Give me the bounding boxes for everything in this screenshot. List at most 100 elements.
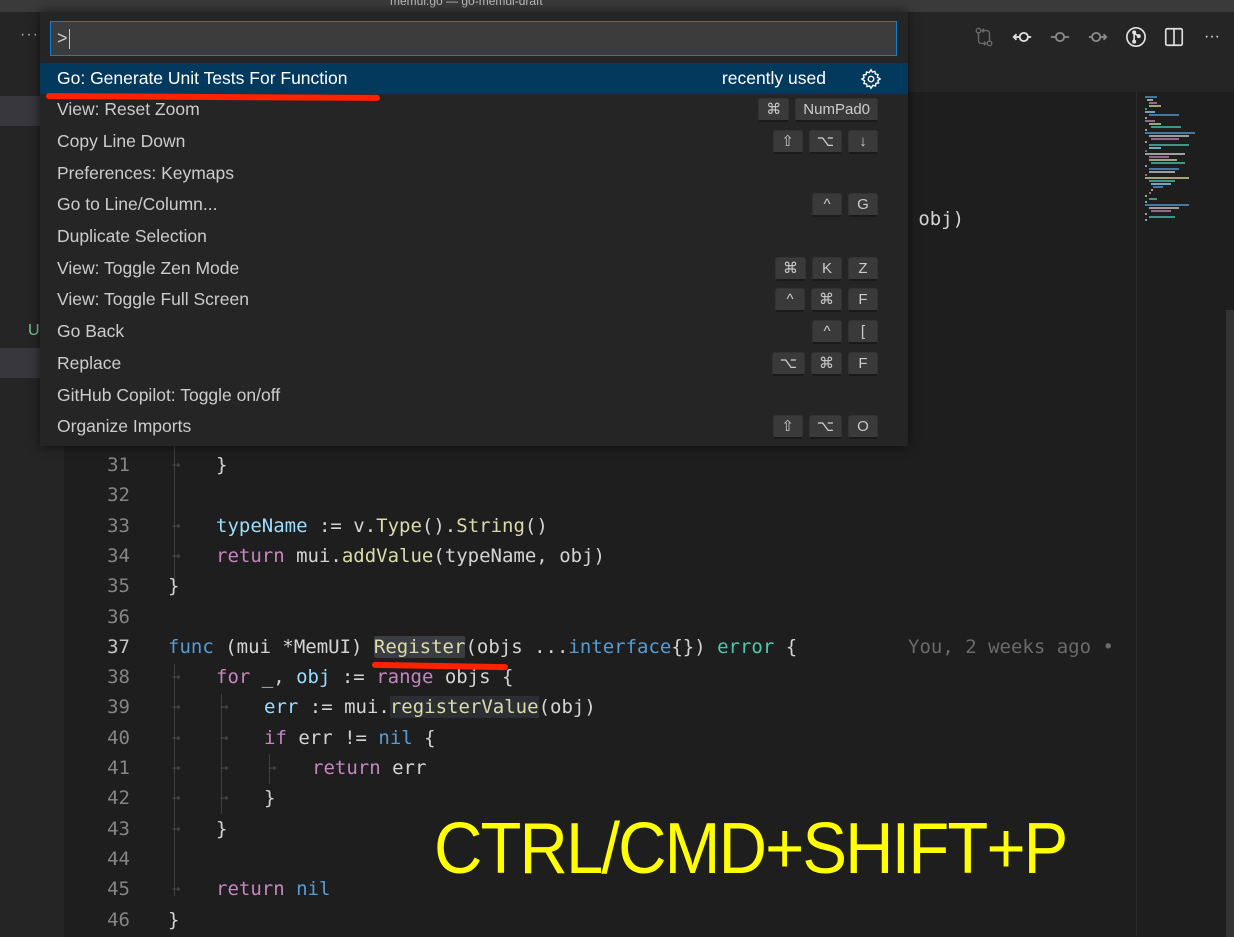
- key-cap: ⌘: [811, 288, 842, 313]
- key-cap: Z: [848, 256, 878, 281]
- code-line[interactable]: 38 → for _, obj := range objs {: [64, 662, 1136, 692]
- minimap-line: [1145, 153, 1185, 155]
- command-label: Organize Imports: [57, 416, 192, 437]
- code-line[interactable]: 41 → → → return err: [64, 753, 1136, 783]
- tab-whitespace-marker: →: [172, 547, 181, 564]
- previous-change-icon[interactable]: [1010, 25, 1034, 49]
- command-item[interactable]: Go to Line/Column... ^ G: [40, 189, 908, 221]
- vertical-scrollbar[interactable]: [1226, 310, 1234, 937]
- minimap-line: [1145, 129, 1147, 131]
- code-line[interactable]: 40 → → if err != nil {: [64, 723, 1136, 753]
- minimap-line: [1149, 114, 1179, 116]
- keybinding: ⌥ ⌘ F: [771, 351, 878, 376]
- next-change-icon[interactable]: [1086, 25, 1110, 49]
- line-number: 43: [107, 817, 130, 840]
- minimap-line: [1151, 189, 1153, 191]
- key-cap: ↓: [848, 129, 878, 154]
- tab-whitespace-marker: →: [172, 699, 181, 716]
- line-number: 32: [107, 484, 130, 507]
- command-item[interactable]: View: Toggle Full Screen ^ ⌘ F: [40, 284, 908, 316]
- minimap-line: [1151, 183, 1171, 185]
- command-item[interactable]: View: Toggle Zen Mode ⌘ K Z: [40, 253, 908, 285]
- code-line[interactable]: 31 →}: [64, 450, 1136, 480]
- compare-changes-icon[interactable]: [972, 25, 996, 49]
- line-number: 46: [107, 908, 130, 931]
- code-line[interactable]: 37 func (mui *MemUI) Register(objs ...int…: [64, 632, 1136, 662]
- keybinding: ⇧ ⌥ ↓: [772, 129, 878, 154]
- code-text: if err != nil {: [264, 726, 436, 749]
- tab-whitespace-marker: →: [220, 699, 229, 716]
- minimap-line: [1145, 195, 1147, 197]
- more-actions-icon[interactable]: ···: [1200, 25, 1224, 49]
- minimap-line: [1145, 219, 1147, 221]
- key-cap: K: [812, 256, 842, 281]
- key-cap: [: [848, 320, 878, 345]
- command-label: View: Toggle Zen Mode: [57, 257, 240, 278]
- keybinding: ^ G: [812, 193, 878, 218]
- command-item[interactable]: Organize Imports ⇧ ⌥ O: [40, 411, 908, 443]
- command-label: View: Toggle Full Screen: [57, 289, 249, 310]
- command-input-value: >: [57, 28, 68, 48]
- git-graph-icon[interactable]: [1124, 25, 1148, 49]
- line-number: 34: [107, 544, 130, 567]
- title-bar: memui.go — go-memui-draft: [0, 0, 1234, 12]
- code-text: }: [264, 787, 276, 810]
- tab-whitespace-marker: →: [172, 760, 181, 776]
- minimap-line: [1149, 123, 1161, 125]
- line-number: 42: [107, 787, 130, 810]
- tab-whitespace-marker: →: [220, 790, 229, 807]
- minimap-line: [1149, 192, 1151, 194]
- gear-icon[interactable]: [860, 68, 882, 90]
- keybinding: ⌘ K Z: [775, 256, 878, 281]
- key-cap: ⇧: [772, 415, 803, 440]
- window-title: memui.go — go-memui-draft: [390, 0, 543, 8]
- minimap-line: [1145, 204, 1189, 206]
- command-item[interactable]: GitHub Copilot: Toggle on/off: [40, 380, 908, 412]
- split-editor-icon[interactable]: [1162, 25, 1186, 49]
- command-item[interactable]: Go: Generate Unit Tests For Function rece…: [40, 62, 908, 95]
- code-line[interactable]: 46}: [64, 905, 1136, 935]
- minimap-line: [1151, 162, 1185, 164]
- line-number: 40: [107, 726, 130, 749]
- tab-whitespace-marker: →: [172, 820, 181, 837]
- keybinding: ^ ⌘ F: [775, 288, 878, 313]
- command-input[interactable]: >: [50, 21, 897, 56]
- code-line[interactable]: 35}: [64, 571, 1136, 601]
- minimap-line: [1149, 180, 1175, 182]
- shortcut-annotation: CTRL/CMD+SHIFT+P: [434, 809, 1068, 889]
- keybinding: ^[: [812, 320, 878, 345]
- line-number: 39: [107, 696, 130, 719]
- command-item[interactable]: Replace ⌥ ⌘ F: [40, 348, 908, 380]
- code-line[interactable]: 36: [64, 602, 1136, 632]
- minimap-line: [1145, 111, 1155, 113]
- more-icon[interactable]: ···: [20, 26, 39, 44]
- minimap-line: [1153, 186, 1163, 188]
- command-item[interactable]: Copy Line Down ⇧ ⌥ ↓: [40, 126, 908, 158]
- code-line[interactable]: 39 → → err := mui.registerValue(obj): [64, 692, 1136, 722]
- code-text: err := mui.registerValue(obj): [264, 696, 596, 719]
- line-number: 38: [107, 666, 130, 689]
- minimap-line: [1145, 141, 1147, 143]
- command-item[interactable]: Duplicate Selection: [40, 221, 908, 253]
- tab-whitespace-marker: →: [172, 669, 181, 686]
- minimap-line: [1149, 144, 1189, 146]
- tab-whitespace-marker: →: [172, 457, 181, 473]
- code-line[interactable]: 33 → typeName := v.Type().String(): [64, 511, 1136, 541]
- command-item[interactable]: Go Back ^[: [40, 316, 908, 348]
- editor-actions: ···: [972, 24, 1224, 50]
- minimap-line: [1145, 174, 1147, 176]
- minimap[interactable]: [1136, 92, 1234, 937]
- commit-icon[interactable]: [1048, 25, 1072, 49]
- code-text: typeName := v.Type().String(): [216, 514, 548, 537]
- line-number: 44: [107, 847, 130, 870]
- line-number: 31: [107, 454, 130, 476]
- command-item[interactable]: Preferences: Keymaps: [40, 158, 908, 190]
- command-label: GitHub Copilot: Toggle on/off: [57, 384, 281, 405]
- code-line[interactable]: 32: [64, 480, 1136, 510]
- key-cap: ^: [812, 320, 842, 345]
- minimap-line: [1145, 96, 1157, 98]
- minimap-line: [1149, 147, 1161, 149]
- key-cap: F: [848, 288, 878, 313]
- untracked-status-badge: U: [28, 322, 40, 339]
- code-line[interactable]: 34 → return mui.addValue(typeName, obj): [64, 541, 1136, 571]
